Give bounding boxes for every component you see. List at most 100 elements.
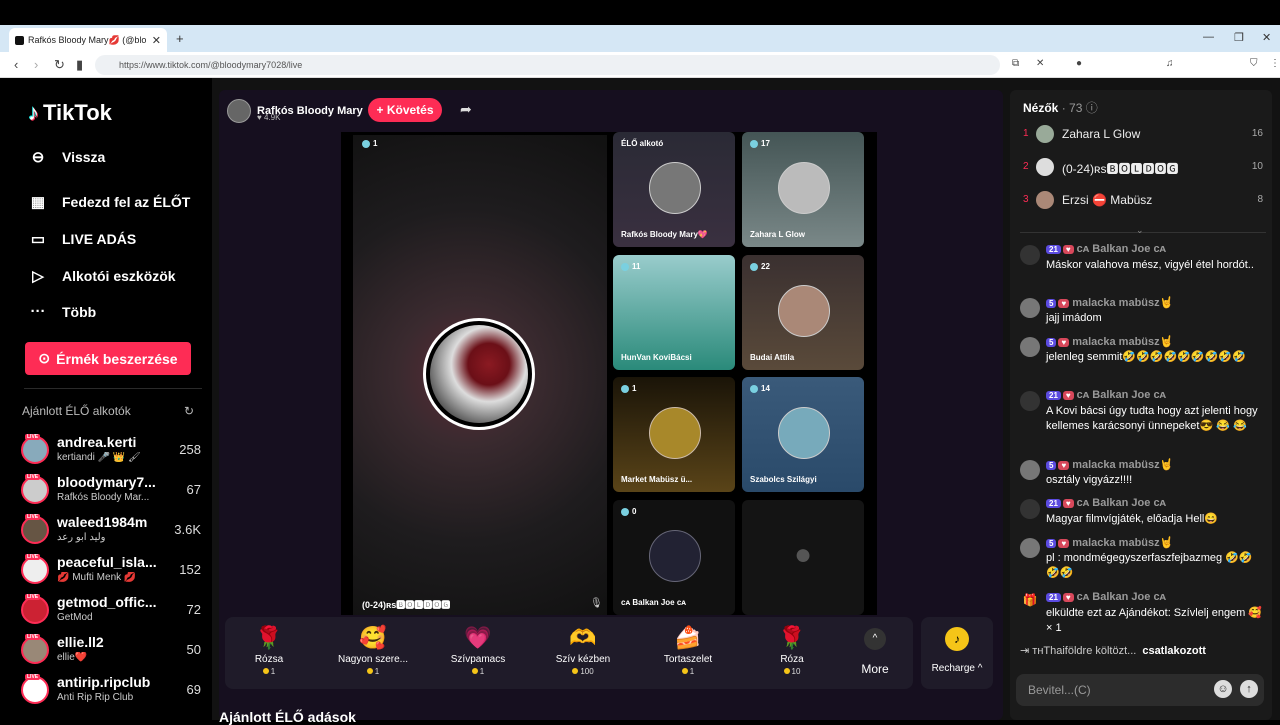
bookmark-icon[interactable]: ▮ [76,57,83,73]
get-coins-button[interactable]: ⊙ Érmék beszerzése [25,342,191,375]
live-badge: LIVE [25,674,41,680]
level-badge: 5 [1046,539,1057,548]
avatar [21,436,49,464]
media-icon[interactable]: ♫ [1166,58,1174,69]
fan-badge-icon: ♥ [1058,461,1070,470]
shield-icon[interactable]: ⛉ [1250,58,1258,69]
coin-tiktok-icon: ♪ [945,627,969,651]
chat-text: elküldte ezt az Ajándékot: Szívlelj enge… [1046,607,1263,634]
empty-guest-slot[interactable]: ● [742,500,864,615]
creator-item[interactable]: LIVE andrea.kerti kertiandi 🎤 👑 🖌 258 [21,434,201,470]
guest-avatar [649,407,701,459]
viewer-name: Erzsi ⛔ Mabüsz [1062,193,1153,207]
guest-name: Rafkós Bloody Mary💖 [621,230,708,239]
avatar [21,516,49,544]
live-badge: LIVE [25,554,41,560]
guest-tile[interactable]: 17 Zahara L Glow [742,132,864,247]
top-viewer[interactable]: 3 Erzsi ⛔ Mabüsz 8 [1020,189,1266,213]
level-badge: 21 [1046,499,1061,508]
extension-icon[interactable]: ✕ [1036,58,1044,69]
guest-tile[interactable]: ÉLŐ alkotó Rafkós Bloody Mary💖 [613,132,735,247]
emoji-icon[interactable]: ☺ [1214,680,1232,698]
viewer-dot-icon [750,139,758,148]
nav-creator-tools[interactable]: ▷ Alkotói eszközök [28,267,175,285]
minimize-icon[interactable]: — [1203,31,1214,43]
guest-tile[interactable]: 14 Szabolcs Szilágyi [742,377,864,492]
creator-item[interactable]: LIVE peaceful_isla... 💋 Mufti Menk 💋 152 [21,554,201,590]
creator-item[interactable]: LIVE getmod_offic... GetMod 72 [21,594,201,630]
creator-name: ellie.ll2 [57,634,104,650]
share-icon[interactable]: ➦ [460,101,472,118]
viewer-count: 258 [179,442,201,457]
recharge-button[interactable]: ♪ Recharge ^ [921,617,993,689]
calendar-icon: ▦ [30,194,46,211]
chat-user: malacka mabüsz🤘 [1072,459,1174,471]
gift-item[interactable]: 💗 Szívpamacs 1 [428,617,528,689]
tiktok-logo[interactable]: ♪ TikTok [28,100,112,126]
extension-icon[interactable]: ● [1076,58,1082,69]
creator-item[interactable]: LIVE bloodymary7... Rafkós Bloody Mar...… [21,474,201,510]
chat-text: A Kovi bácsi úgy tudta hogy azt jelenti … [1046,405,1258,432]
refresh-icon[interactable]: ↻ [184,404,194,418]
gift-item[interactable]: 🌹 Róza 10 [742,617,842,689]
guest-name: Zahara L Glow [750,230,805,239]
new-tab-icon[interactable]: + [176,31,184,46]
nav-explore-live[interactable]: ▦ Fedezd fel az ÉLŐT [28,193,190,211]
guest-viewers: 11 [632,262,641,271]
restore-icon[interactable]: ❐ [1234,31,1244,44]
gift-item[interactable]: 🫶 Szív kézben 100 [533,617,633,689]
host-info[interactable]: Rafkós Bloody Mary ♥ 4.9K [227,97,363,125]
chat-user: malacka mabüsz🤘 [1072,336,1174,348]
gift-icon: 🍰 [674,625,702,650]
nav-live-studio[interactable]: ▭ LIVE ADÁS [28,230,136,248]
more-gifts-button[interactable]: ^ More [858,628,892,684]
close-window-icon[interactable]: ✕ [1262,31,1271,44]
viewer-dot-icon [621,262,629,271]
back-link[interactable]: ⊖ Vissza [28,148,106,166]
avatar [1036,125,1054,143]
level-badge: 21 [1046,391,1061,400]
viewer-count: 69 [186,682,201,697]
guest-avatar [778,407,830,459]
level-badge: 5 [1046,299,1057,308]
top-viewer[interactable]: 1 Zahara L Glow 16 [1020,123,1266,147]
creator-name: waleed1984m [57,514,148,530]
top-viewer[interactable]: 2 (0-24)ʀs🅱🅾🅻🅳🅾🅶 10 [1020,156,1266,180]
gift-price: 1 [638,667,738,676]
browser-tab[interactable]: Rafkós Bloody Mary💋 (@blo ✕ [9,28,167,52]
gift-item[interactable]: 🍰 Tortaszelet 1 [638,617,738,689]
creator-item[interactable]: LIVE antirip.ripclub Anti Rip Rip Club 6… [21,674,201,710]
gift-item[interactable]: 🌹 Rózsa 1 [219,617,319,689]
gift-icon: 🫶 [569,625,597,650]
live-badge: LIVE [25,514,41,520]
help-icon[interactable]: ⓘ [1086,101,1098,115]
chevron-down-icon[interactable]: ⌄ [1136,225,1144,236]
back-nav-icon[interactable]: ‹ [14,57,18,72]
gift-icon: 💗 [464,625,492,650]
forward-nav-icon[interactable]: › [34,57,38,72]
live-badge: LIVE [25,434,41,440]
host-avatar[interactable] [227,99,251,123]
nav-more[interactable]: ··· Több [28,303,97,320]
guest-tile[interactable]: 22 Budai Attila [742,255,864,370]
recommended-title: Ajánlott ÉLŐ alkotók [22,404,131,418]
gift-icon: 🌹 [255,625,283,650]
creator-item[interactable]: LIVE ellie.ll2 ellie❤️ 50 [21,634,201,670]
join-icon: ⇥ [1020,645,1030,657]
guest-tile[interactable]: 0 ᴄᴀ Balkan Joe ᴄᴀ [613,500,735,615]
viewer-score: 16 [1251,128,1263,139]
reload-icon[interactable]: ↻ [54,57,65,73]
follow-button[interactable]: + Követés [368,98,442,122]
guest-tile[interactable]: 11 HunVan KoviBácsi [613,255,735,370]
send-icon[interactable]: ↑ [1240,680,1258,698]
translate-icon[interactable]: ⧉ [1012,58,1019,69]
menu-icon[interactable]: ⋮ [1270,58,1280,69]
guest-tile[interactable]: 1 Market Mabüsz ü... [613,377,735,492]
creator-item[interactable]: LIVE waleed1984m وليد ابو رعد 3.6K [21,514,201,550]
close-tab-icon[interactable]: ✕ [152,34,161,47]
url-field[interactable]: https://www.tiktok.com/@bloodymary7028/l… [95,55,1000,75]
viewers-count: · 73 [1061,101,1083,115]
fan-badge-icon: ♥ [1062,499,1074,508]
chat-text: jelenleg semmit🤣🤣🤣🤣🤣🤣🤣🤣🤣 [1046,351,1246,363]
gift-item[interactable]: 🥰 Nagyon szere... 1 [323,617,423,689]
